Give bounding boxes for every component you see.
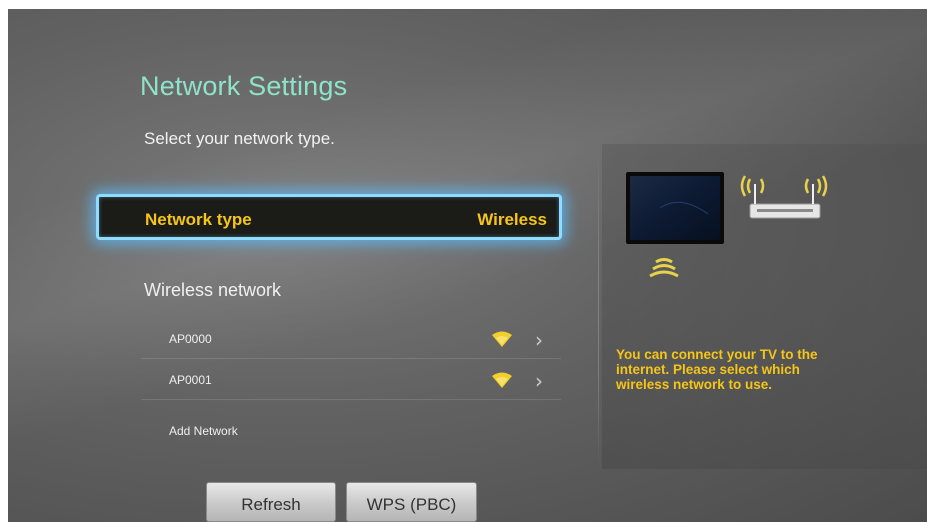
tv-screen: Network Settings Select your network typ… — [8, 9, 927, 522]
network-item-ap0001[interactable]: AP0001 › — [141, 363, 561, 400]
add-network-item[interactable]: Add Network — [141, 414, 561, 450]
chevron-right-icon[interactable]: › — [535, 328, 543, 352]
tv-router-illustration — [626, 172, 828, 278]
chevron-right-icon[interactable]: › — [535, 369, 543, 393]
network-type-row[interactable]: Network type Wireless — [96, 194, 562, 240]
wireless-network-heading: Wireless network — [144, 280, 282, 300]
refresh-button[interactable]: Refresh — [206, 482, 336, 522]
network-type-label: Network type — [145, 210, 252, 229]
wifi-signal-icon — [492, 372, 512, 388]
info-text: You can connect your TV to the internet.… — [616, 347, 818, 392]
page-subtitle: Select your network type. — [144, 129, 335, 148]
network-name: AP0001 — [169, 373, 212, 387]
network-item-ap0000[interactable]: AP0000 › — [141, 322, 561, 359]
network-name: AP0000 — [169, 332, 212, 346]
add-network-label: Add Network — [169, 424, 238, 438]
router-icon — [749, 184, 821, 219]
panel-divider — [598, 144, 599, 469]
wps-pbc-button[interactable]: WPS (PBC) — [346, 482, 477, 522]
wifi-signal-icon — [492, 331, 512, 347]
network-type-value: Wireless — [477, 210, 547, 229]
tv-signal-icon — [649, 258, 679, 278]
page-title: Network Settings — [140, 71, 348, 101]
